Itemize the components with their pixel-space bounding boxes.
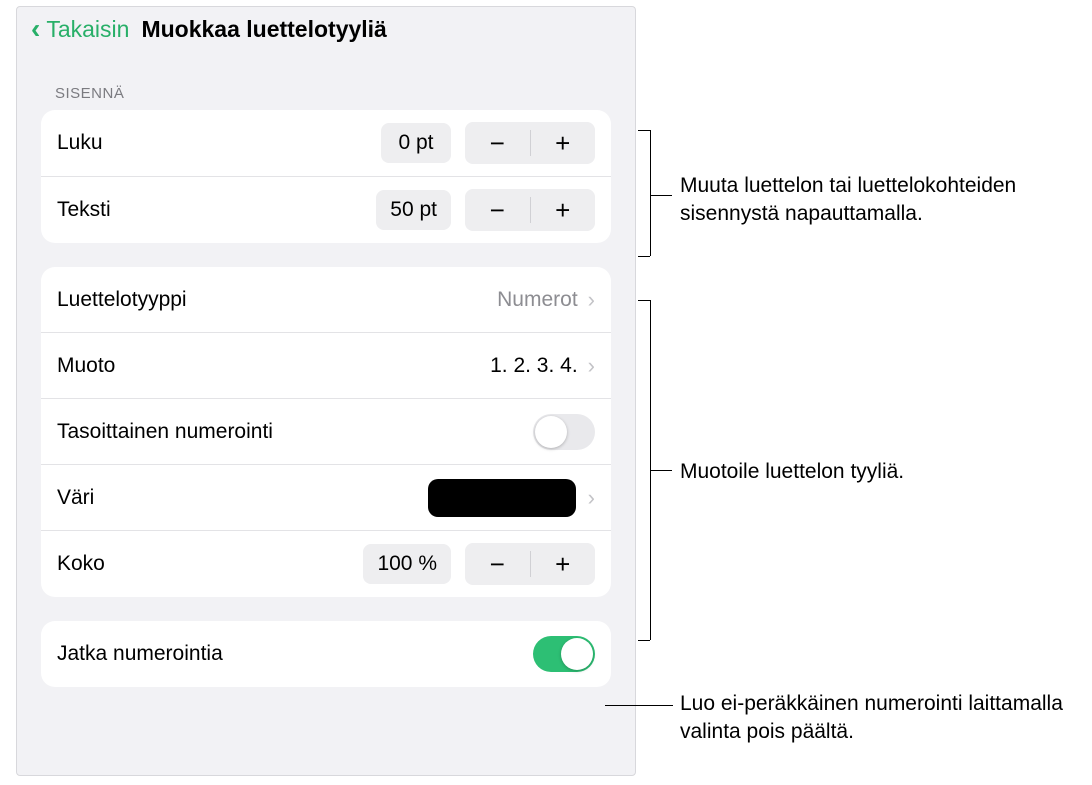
chevron-right-icon: › bbox=[588, 353, 595, 379]
settings-panel: ‹ Takaisin Muokkaa luettelotyyliä SISENN… bbox=[16, 6, 636, 776]
continue-numbering-label: Jatka numerointia bbox=[57, 642, 533, 666]
list-type-value: Numerot bbox=[497, 288, 578, 312]
chevron-right-icon: › bbox=[588, 287, 595, 313]
callout-line bbox=[650, 195, 672, 196]
indent-chapter-label: Luku bbox=[57, 131, 381, 155]
plus-button[interactable]: + bbox=[531, 122, 596, 164]
minus-button[interactable]: − bbox=[465, 122, 530, 164]
plus-button[interactable]: + bbox=[531, 189, 596, 231]
minus-button[interactable]: − bbox=[465, 543, 530, 585]
indent-text-row: Teksti 50 pt − + bbox=[41, 177, 611, 243]
indent-section-label: SISENNÄ bbox=[41, 53, 611, 110]
page-title: Muokkaa luettelotyyliä bbox=[141, 16, 386, 43]
indent-group: Luku 0 pt − + Teksti 50 pt − + bbox=[41, 110, 611, 243]
list-type-row[interactable]: Luettelotyyppi Numerot › bbox=[41, 267, 611, 333]
back-chevron-icon[interactable]: ‹ bbox=[31, 15, 40, 43]
callout-line bbox=[650, 470, 672, 471]
panel-body: SISENNÄ Luku 0 pt − + Teksti 50 pt − + bbox=[17, 53, 635, 773]
style-group: Luettelotyyppi Numerot › Muoto 1. 2. 3. … bbox=[41, 267, 611, 597]
switch-knob bbox=[561, 638, 593, 670]
size-stepper: − + bbox=[465, 543, 595, 585]
size-row: Koko 100 % − + bbox=[41, 531, 611, 597]
switch-knob bbox=[535, 416, 567, 448]
minus-button[interactable]: − bbox=[465, 189, 530, 231]
callout-indent: Muuta luettelon tai luettelokohteiden si… bbox=[680, 172, 1060, 229]
callout-style: Muotoile luettelon tyyliä. bbox=[680, 458, 1060, 486]
tiered-numbering-switch[interactable] bbox=[533, 414, 595, 450]
indent-chapter-stepper: − + bbox=[465, 122, 595, 164]
color-row[interactable]: Väri › bbox=[41, 465, 611, 531]
back-button-label[interactable]: Takaisin bbox=[46, 16, 129, 43]
callout-line bbox=[605, 705, 673, 706]
list-type-label: Luettelotyyppi bbox=[57, 288, 497, 312]
format-label: Muoto bbox=[57, 354, 490, 378]
callout-bracket-tick bbox=[638, 300, 650, 301]
callout-bracket-tick bbox=[638, 640, 650, 641]
format-value: 1. 2. 3. 4. bbox=[490, 354, 578, 378]
chevron-right-icon: › bbox=[588, 485, 595, 511]
callout-bracket-tick bbox=[638, 130, 650, 131]
indent-chapter-value[interactable]: 0 pt bbox=[381, 123, 451, 163]
color-label: Väri bbox=[57, 486, 428, 510]
callout-bracket-tick bbox=[638, 256, 650, 257]
tiered-numbering-label: Tasoittainen numerointi bbox=[57, 420, 533, 444]
size-label: Koko bbox=[57, 552, 363, 576]
indent-text-label: Teksti bbox=[57, 198, 376, 222]
plus-button[interactable]: + bbox=[531, 543, 596, 585]
format-row[interactable]: Muoto 1. 2. 3. 4. › bbox=[41, 333, 611, 399]
color-swatch bbox=[428, 479, 576, 517]
indent-text-value[interactable]: 50 pt bbox=[376, 190, 451, 230]
callout-continue: Luo ei-peräkkäinen numerointi laittamall… bbox=[680, 690, 1080, 747]
size-value[interactable]: 100 % bbox=[363, 544, 451, 584]
tiered-numbering-row: Tasoittainen numerointi bbox=[41, 399, 611, 465]
continue-numbering-switch[interactable] bbox=[533, 636, 595, 672]
panel-header: ‹ Takaisin Muokkaa luettelotyyliä bbox=[17, 7, 635, 53]
indent-chapter-row: Luku 0 pt − + bbox=[41, 110, 611, 177]
continue-group: Jatka numerointia bbox=[41, 621, 611, 687]
continue-numbering-row: Jatka numerointia bbox=[41, 621, 611, 687]
indent-text-stepper: − + bbox=[465, 189, 595, 231]
callout-bracket bbox=[650, 130, 651, 256]
